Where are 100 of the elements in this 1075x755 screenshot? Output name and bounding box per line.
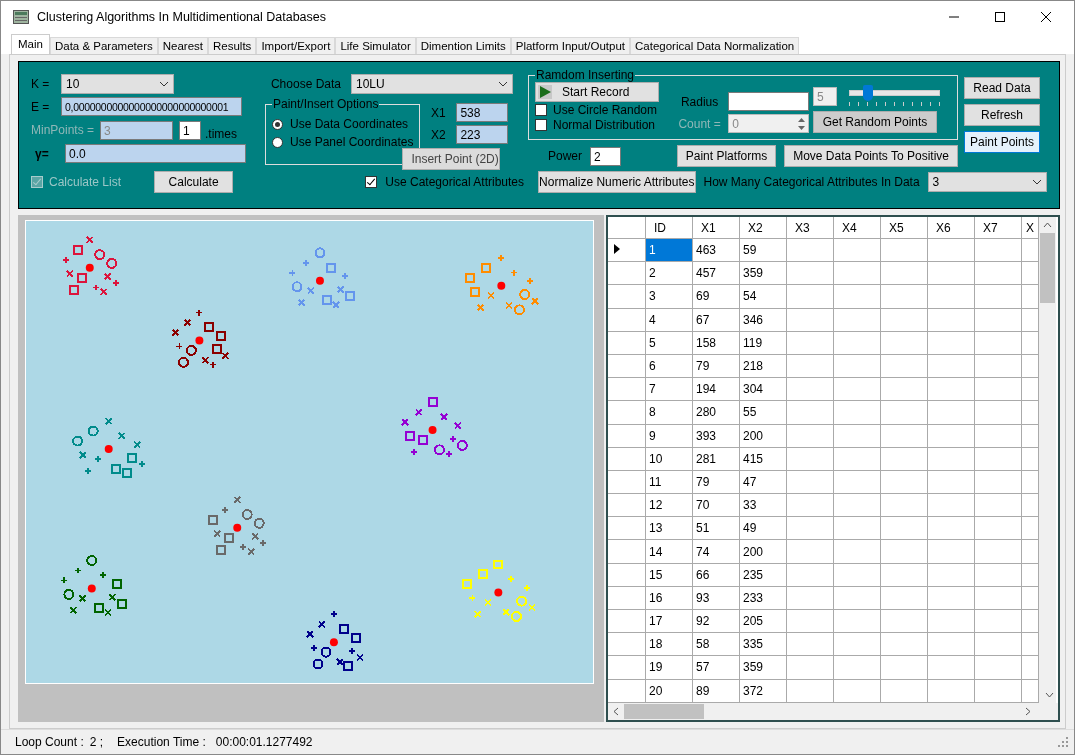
empty-table-cell	[880, 261, 928, 285]
empty-table-cell	[786, 470, 834, 494]
tab[interactable]: Data & Parameters	[49, 37, 158, 54]
tab[interactable]: Main	[11, 34, 50, 54]
action-button[interactable]: Refresh	[964, 104, 1040, 126]
checkbox-label: Calculate List	[49, 175, 122, 189]
column-header[interactable]: X1	[692, 217, 740, 239]
empty-table-cell	[786, 632, 834, 656]
insert-point-button[interactable]: Insert Point (2D)	[402, 148, 501, 170]
calculate-button[interactable]: Calculate	[153, 171, 234, 193]
point-cluster	[61, 236, 120, 296]
power-field[interactable]: 2	[590, 146, 621, 166]
empty-table-cell	[974, 331, 1022, 355]
maximize-icon[interactable]	[994, 11, 1006, 23]
scroll-thumb[interactable]	[1040, 233, 1055, 303]
move-to-positive-button[interactable]: Move Data Points To Positive	[784, 145, 958, 167]
column-header[interactable]: X5	[880, 217, 928, 239]
column-header[interactable]: ID	[645, 217, 693, 239]
categorical-count-dropdown[interactable]: 3	[927, 172, 1047, 192]
radio-button[interactable]	[272, 136, 283, 148]
get-random-points-button[interactable]: Get Random Points	[813, 111, 937, 133]
table-cell: 10	[645, 447, 693, 471]
empty-table-cell	[927, 331, 975, 355]
x2-field[interactable]: 223	[456, 125, 509, 144]
column-header[interactable]: X7	[974, 217, 1022, 239]
table-cell: 463	[692, 238, 740, 262]
table-cell: 359	[739, 261, 787, 285]
empty-table-cell	[974, 609, 1022, 633]
empty-table-cell	[974, 400, 1022, 424]
row-header[interactable]	[608, 238, 646, 262]
scroll-thumb[interactable]	[624, 704, 704, 719]
horizontal-scrollbar[interactable]	[608, 703, 1058, 720]
checkbox[interactable]	[535, 103, 547, 116]
empty-table-cell	[927, 493, 975, 517]
empty-table-cell	[833, 261, 881, 285]
tab[interactable]: Platform Input/Output	[510, 37, 631, 54]
times-label: .times	[205, 127, 238, 141]
empty-table-cell	[880, 470, 928, 494]
data-dropdown[interactable]: 10LU	[351, 74, 513, 94]
group-title: Paint/Insert Options	[272, 97, 380, 111]
radius-field[interactable]	[728, 92, 809, 111]
x1-field[interactable]: 538	[456, 103, 509, 122]
empty-table-cell	[880, 493, 928, 517]
empty-table-cell	[927, 655, 975, 680]
normalize-button[interactable]: Normalize Numeric Attributes	[538, 171, 696, 193]
empty-table-cell	[927, 632, 975, 656]
tab[interactable]: Dimention Limits	[415, 37, 511, 54]
empty-table-cell	[974, 655, 1022, 680]
empty-table-cell	[880, 284, 928, 309]
empty-table-cell	[880, 447, 928, 471]
empty-table-cell	[1021, 586, 1039, 610]
empty-table-cell	[880, 331, 928, 355]
column-header[interactable]: X	[1021, 217, 1039, 239]
table-cell: 335	[739, 632, 787, 656]
e-field[interactable]: 0,0000000000000000000000000001	[61, 97, 242, 116]
column-header[interactable]: X2	[739, 217, 787, 239]
checkbox[interactable]	[365, 176, 378, 188]
empty-table-cell	[1021, 261, 1039, 285]
empty-table-cell	[1021, 563, 1039, 587]
chevron-down-icon	[1032, 179, 1042, 185]
gamma-field[interactable]: 0.0	[65, 144, 246, 163]
column-header[interactable]: X4	[833, 217, 881, 239]
tab[interactable]: Import/Export	[256, 37, 336, 54]
tab[interactable]: Results	[208, 37, 257, 54]
tab[interactable]: Categorical Data Normalization	[630, 37, 800, 54]
empty-table-cell	[927, 354, 975, 378]
empty-table-cell	[1021, 632, 1039, 656]
empty-table-cell	[833, 493, 881, 517]
empty-table-cell	[927, 424, 975, 448]
table-cell: 79	[692, 470, 740, 494]
empty-table-cell	[1021, 679, 1039, 703]
paint-platforms-button[interactable]: Paint Platforms	[676, 145, 777, 167]
empty-table-cell	[974, 261, 1022, 285]
table-cell: 49	[739, 516, 787, 540]
empty-table-cell	[1021, 308, 1039, 332]
action-button[interactable]: Paint Points	[964, 131, 1040, 153]
start-record-button[interactable]: Start Record	[535, 82, 659, 102]
vertical-scrollbar[interactable]	[1039, 217, 1056, 703]
chevron-down-icon	[498, 81, 508, 87]
table-cell: 89	[692, 679, 740, 703]
slider[interactable]	[847, 84, 942, 108]
table-cell: 66	[692, 563, 740, 587]
column-header[interactable]: X6	[927, 217, 975, 239]
close-icon[interactable]	[1040, 11, 1052, 23]
empty-table-cell	[974, 377, 1022, 401]
radio-button[interactable]	[272, 118, 283, 130]
tab[interactable]: Nearest	[157, 37, 208, 54]
table-cell: 9	[645, 424, 693, 448]
k-dropdown[interactable]: 10	[61, 74, 174, 94]
empty-table-cell	[974, 308, 1022, 332]
table-cell: 119	[739, 331, 787, 355]
action-button[interactable]: Read Data	[964, 77, 1040, 99]
empty-table-cell	[833, 609, 881, 633]
column-header[interactable]: X3	[786, 217, 834, 239]
empty-table-cell	[833, 377, 881, 401]
times-field[interactable]: 1	[179, 120, 202, 140]
tab[interactable]: Life Simulator	[335, 37, 416, 54]
checkbox[interactable]	[535, 118, 547, 131]
empty-table-cell	[786, 516, 834, 540]
table-cell: 6	[645, 354, 693, 378]
